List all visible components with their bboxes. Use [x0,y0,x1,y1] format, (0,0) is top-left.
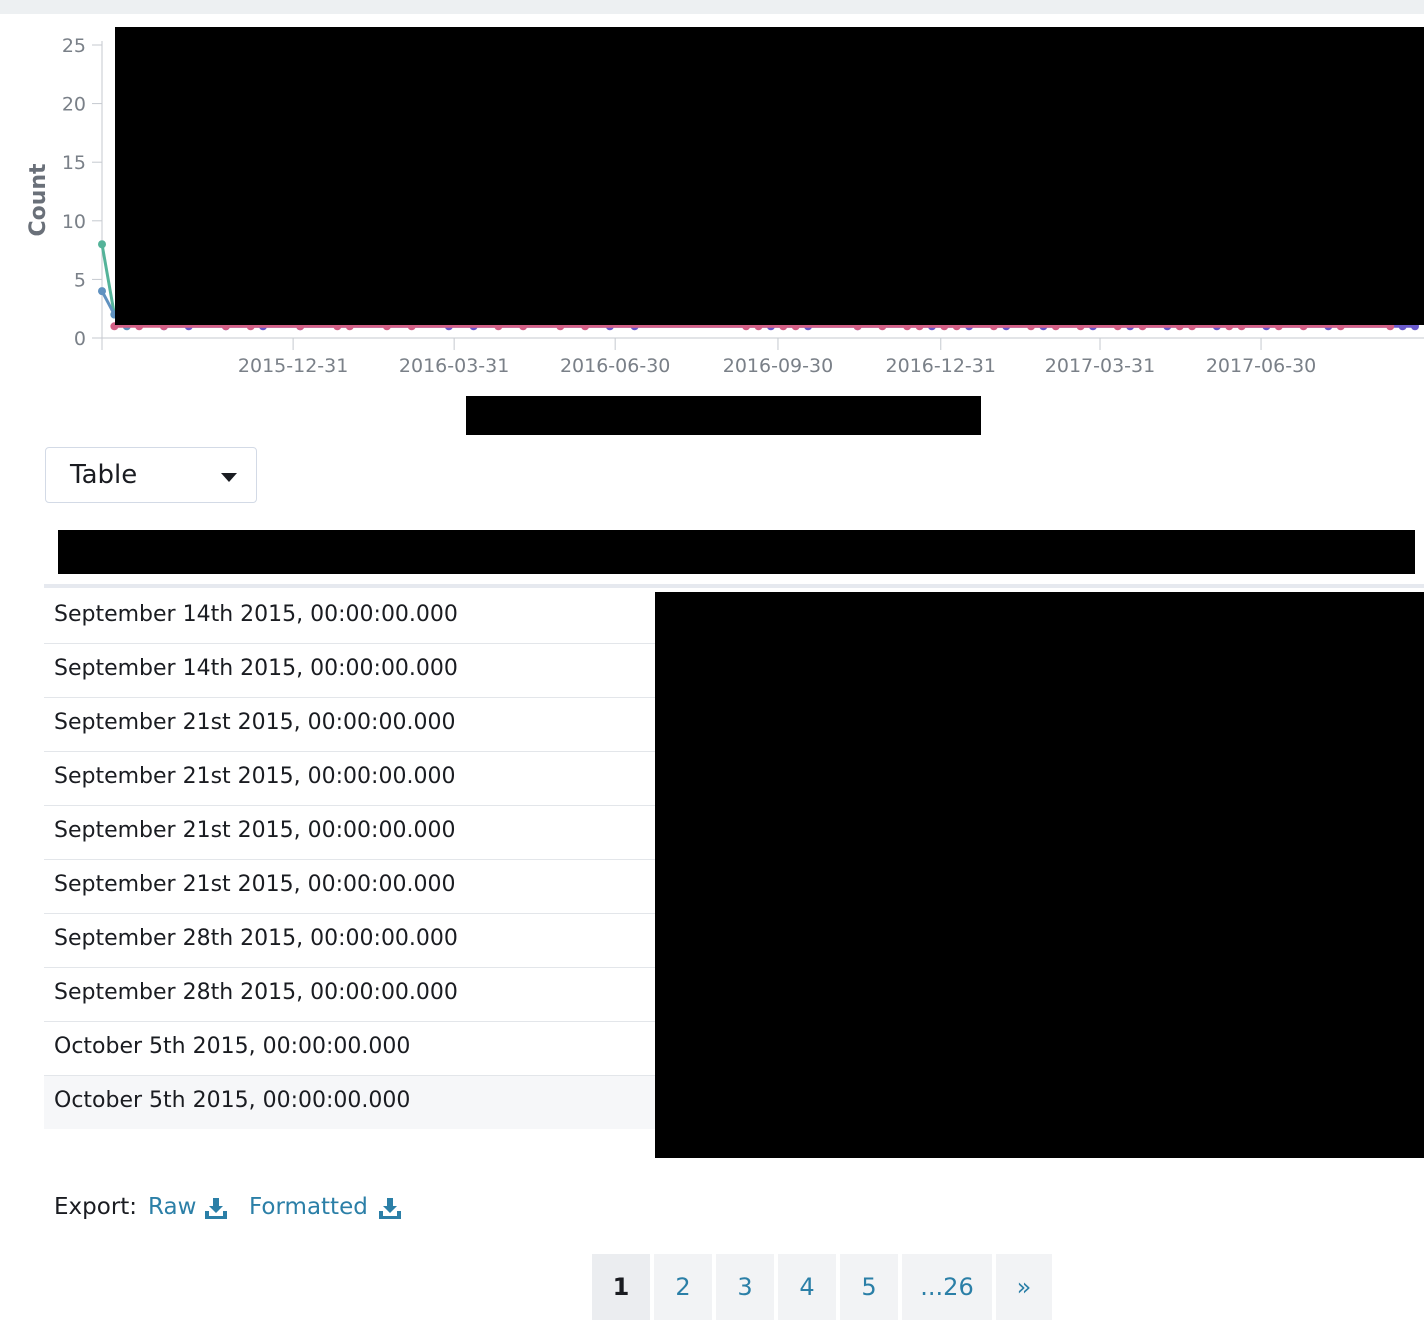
y-tick-label: 5 [74,269,86,291]
x-tick-label: 2015-12-31 [238,355,348,377]
table-row: September 21st 2015, 00:00:00.000 [44,752,655,806]
x-tick-label: 2017-03-31 [1045,355,1155,377]
table-row: October 5th 2015, 00:00:00.000 [44,1076,655,1129]
export-label: Export: [54,1194,138,1220]
y-tick-label: 20 [62,94,86,116]
timestamp-cell: October 5th 2015, 00:00:00.000 [54,1034,411,1059]
table-row: September 14th 2015, 00:00:00.000 [44,644,655,698]
table-row: September 14th 2015, 00:00:00.000 [44,590,655,644]
table-row: September 21st 2015, 00:00:00.000 [44,698,655,752]
x-tick-label: 2016-03-31 [399,355,509,377]
data-table: September 14th 2015, 00:00:00.000 Septemb… [44,590,655,1129]
redacted-table-header [58,530,1415,574]
timestamp-cell: September 21st 2015, 00:00:00.000 [54,872,456,897]
timestamp-cell: September 21st 2015, 00:00:00.000 [54,818,456,843]
download-icon[interactable] [378,1196,402,1220]
data-point [98,240,106,249]
y-tick-label: 25 [62,35,86,57]
redacted-chart-overlay [115,27,1424,325]
data-point [98,287,106,296]
pagination-page[interactable]: 4 [778,1254,836,1320]
table-row: October 5th 2015, 00:00:00.000 [44,1022,655,1076]
pagination-page[interactable]: 5 [840,1254,898,1320]
view-type-select[interactable]: Table [45,447,257,503]
export-formatted-label: Formatted [249,1194,368,1220]
x-tick-label: 2016-06-30 [560,355,670,377]
table-row: September 28th 2015, 00:00:00.000 [44,968,655,1022]
export-raw-link[interactable]: Raw [148,1194,196,1220]
table-header-divider [44,584,1424,588]
table-row: September 21st 2015, 00:00:00.000 [44,806,655,860]
x-tick-label: 2017-06-30 [1206,355,1316,377]
pagination-page[interactable]: 3 [716,1254,774,1320]
pagination-page[interactable]: ...26 [902,1254,992,1320]
table-row: September 28th 2015, 00:00:00.000 [44,914,655,968]
redacted-legend [466,396,981,435]
timestamp-cell: September 14th 2015, 00:00:00.000 [54,602,458,627]
table-row: September 21st 2015, 00:00:00.000 [44,860,655,914]
caret-down-icon [221,473,237,482]
pagination-next[interactable]: » [996,1254,1052,1320]
y-tick-label: 10 [62,211,86,233]
y-tick-label: 15 [62,152,86,174]
y-tick-label: 0 [74,328,86,350]
timestamp-cell: September 21st 2015, 00:00:00.000 [54,764,456,789]
pagination-page[interactable]: 2 [654,1254,712,1320]
timestamp-cell: September 21st 2015, 00:00:00.000 [54,710,456,735]
timestamp-cell: September 28th 2015, 00:00:00.000 [54,980,458,1005]
pagination-page[interactable]: 1 [592,1254,650,1320]
timestamp-cell: September 28th 2015, 00:00:00.000 [54,926,458,951]
x-tick-label: 2016-09-30 [723,355,833,377]
timestamp-cell: October 5th 2015, 00:00:00.000 [54,1088,411,1113]
export-raw-label: Raw [148,1194,197,1220]
top-bar [0,0,1424,14]
y-axis-title: Count [26,163,51,237]
x-tick-label: 2016-12-31 [886,355,996,377]
download-icon[interactable] [204,1196,228,1220]
view-type-value: Table [70,460,138,490]
timestamp-cell: September 14th 2015, 00:00:00.000 [54,656,458,681]
redacted-table-columns [655,592,1424,1158]
export-formatted-link[interactable]: Formatted [249,1194,368,1220]
